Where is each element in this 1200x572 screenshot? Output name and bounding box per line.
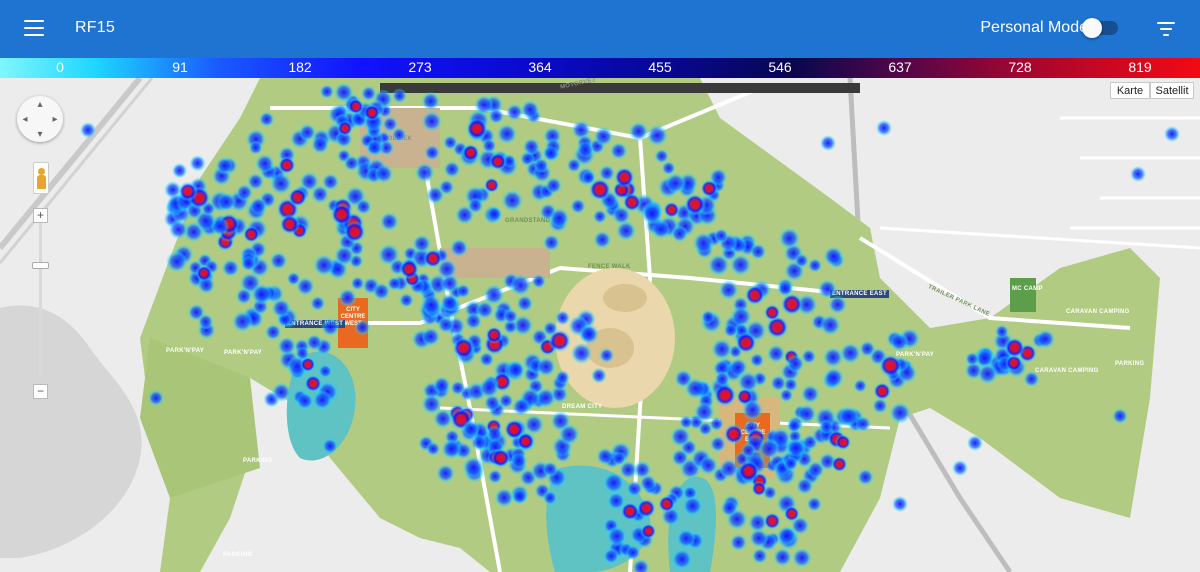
legend-label: 819 xyxy=(1128,59,1152,75)
legend-label: 637 xyxy=(888,59,912,75)
map-base xyxy=(0,78,1200,572)
pan-left-icon[interactable]: ◂ xyxy=(19,113,31,125)
entrance-east-label[interactable]: ENTRANCE EAST xyxy=(830,290,889,298)
legend-label: 91 xyxy=(172,59,188,75)
street-view-pegman-icon[interactable] xyxy=(33,162,49,194)
road-label-fence-walk: FENCE WALK xyxy=(588,264,631,270)
park-n-pay-label: PARK'N'PAY xyxy=(166,348,205,354)
legend-label: 273 xyxy=(408,59,432,75)
street xyxy=(879,226,1200,250)
festival-map[interactable]: HOLBÆK MOTORVEJ FENCE WALK GRANDSTAND TA… xyxy=(0,78,1200,572)
caravan-camping-label: CARAVAN CAMPING xyxy=(1066,309,1130,315)
railway xyxy=(0,78,143,250)
hamburger-menu-icon[interactable] xyxy=(24,20,44,36)
map-type-karte-button[interactable]: Karte xyxy=(1110,82,1150,99)
toggle-knob[interactable] xyxy=(1082,18,1102,38)
gray-area xyxy=(0,305,142,558)
pan-up-icon[interactable]: ▴ xyxy=(34,98,46,110)
entrance-west-label[interactable]: ENTRANCE WEST xyxy=(285,320,346,328)
street xyxy=(1060,116,1200,230)
field-mark xyxy=(586,328,634,368)
heatmap-legend: 0 91 182 273 364 455 546 637 728 819 xyxy=(0,58,1200,78)
personal-mode-label: Personal Mode xyxy=(980,19,1088,36)
map-type-satellit-button[interactable]: Satellit xyxy=(1150,82,1194,99)
city-centre-east-label[interactable]: CITY CENTRE EAST xyxy=(737,420,769,447)
legend-label: 728 xyxy=(1008,59,1032,75)
personal-mode-toggle[interactable] xyxy=(1082,18,1118,38)
road-label-grandstand: GRANDSTAND TAL xyxy=(505,218,565,224)
zoom-in-button[interactable]: + xyxy=(33,208,48,223)
legend-label: 546 xyxy=(768,59,792,75)
mc-camp-label: MC CAMP xyxy=(1012,286,1043,292)
pan-down-icon[interactable]: ▾ xyxy=(34,128,46,140)
legend-label: 455 xyxy=(648,59,672,75)
pan-control[interactable]: ▴ ▾ ◂ ▸ xyxy=(17,96,63,142)
pan-right-icon[interactable]: ▸ xyxy=(49,113,61,125)
parking-label: PARKING xyxy=(243,458,273,464)
app-root: RF15 Personal Mode 0 91 182 273 364 455 … xyxy=(0,0,1200,572)
zoom-slider-handle[interactable] xyxy=(32,262,49,269)
mc-camp-block xyxy=(1010,278,1036,312)
road-label-holbaek: HOLBÆK xyxy=(383,136,413,142)
app-title: RF15 xyxy=(75,19,115,36)
field-mark xyxy=(603,284,647,312)
legend-label: 364 xyxy=(528,59,552,75)
zoom-track[interactable] xyxy=(39,218,42,378)
park-n-pay-label: PARK'N'PAY xyxy=(896,352,935,358)
caravan-camping-label: CARAVAN CAMPING xyxy=(1035,368,1099,374)
legend-label: 0 xyxy=(56,59,64,75)
park-n-pay-label: PARK'N'PAY xyxy=(224,350,263,356)
parking-label: PARKING xyxy=(223,552,253,558)
zoom-out-button[interactable]: − xyxy=(33,384,48,399)
dream-city-label: DREAM CITY xyxy=(562,404,603,410)
app-bar: RF15 Personal Mode xyxy=(0,0,1200,58)
zone xyxy=(440,248,550,278)
parking-label: PARKING xyxy=(1115,361,1145,367)
legend-label: 182 xyxy=(288,59,312,75)
filter-icon[interactable] xyxy=(1157,22,1175,36)
